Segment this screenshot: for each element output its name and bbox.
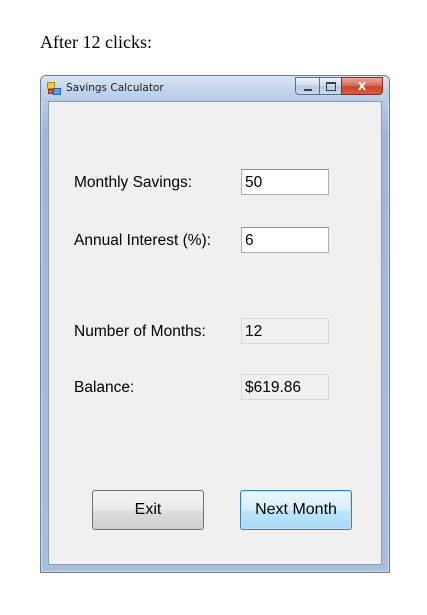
app-form-icon (47, 82, 61, 95)
maximize-icon (325, 81, 336, 91)
close-button[interactable]: X (341, 77, 383, 95)
annual-interest-label: Annual Interest (%): (74, 232, 211, 249)
minimize-button[interactable] (295, 77, 319, 95)
number-of-months-value: 12 (241, 318, 329, 344)
maximize-button[interactable] (319, 77, 341, 95)
monthly-savings-input[interactable]: 50 (241, 169, 329, 195)
balance-label: Balance: (74, 379, 135, 396)
caption-text: After 12 clicks: (40, 32, 152, 52)
next-month-button[interactable]: Next Month (240, 490, 352, 530)
minimize-icon (303, 88, 312, 91)
window-controls: X (295, 77, 383, 96)
exit-button[interactable]: Exit (92, 490, 204, 530)
title-bar[interactable]: Savings Calculator X (41, 76, 389, 101)
annual-interest-input[interactable]: 6 (241, 227, 329, 253)
number-of-months-label: Number of Months: (74, 323, 206, 340)
close-icon: X (357, 79, 367, 93)
form-client-area: Monthly Savings: 50 Annual Interest (%):… (48, 101, 382, 565)
monthly-savings-label: Monthly Savings: (74, 174, 193, 191)
window-title: Savings Calculator (66, 82, 164, 94)
app-window: Savings Calculator X Monthly Savings: 50… (40, 75, 390, 573)
balance-value: $619.86 (241, 374, 329, 400)
